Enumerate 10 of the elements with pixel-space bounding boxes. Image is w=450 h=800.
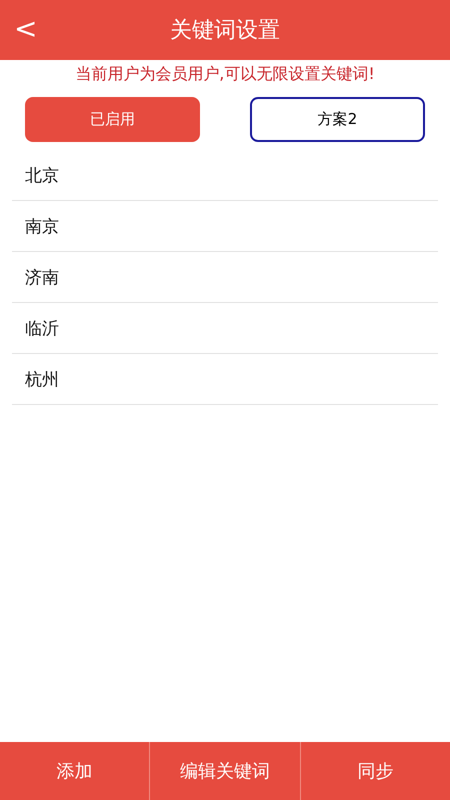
page-title: 关键词设置	[170, 17, 280, 45]
member-notice: 当前用户为会员用户,可以无限设置关键词!	[74, 64, 376, 85]
back-button[interactable]: <	[10, 12, 42, 45]
scheme-tab[interactable]: 方案2	[250, 97, 425, 142]
keyword-item[interactable]: 临沂	[25, 316, 59, 340]
scheme-tab[interactable]: 已启用	[25, 97, 200, 142]
keyword-item[interactable]: 杭州	[25, 368, 59, 390]
keyword-item[interactable]: 北京	[25, 164, 59, 186]
keyword-item[interactable]: 济南	[25, 266, 59, 288]
keyword-item[interactable]: 南京	[25, 214, 59, 238]
